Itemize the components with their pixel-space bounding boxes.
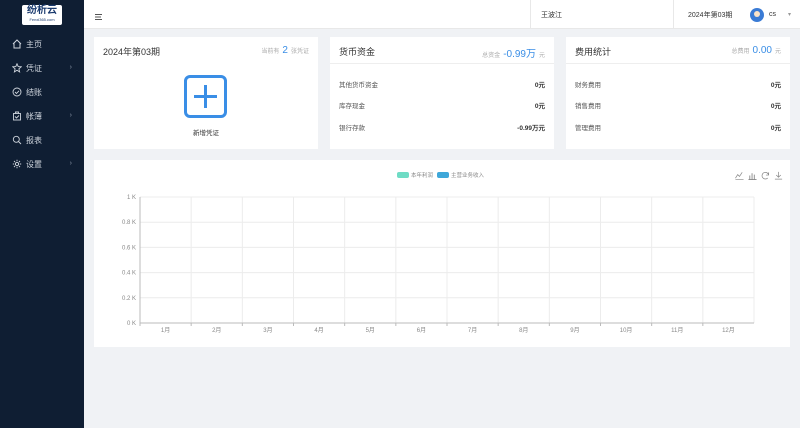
x-tick-label: 1月: [161, 327, 170, 334]
expense-row: 财务费用 0元: [575, 79, 781, 89]
add-voucher-button[interactable]: [184, 75, 227, 118]
chevron-down-icon: ▾: [788, 12, 792, 18]
y-tick-label: 0.2 K: [122, 296, 136, 302]
company-name: 王波江: [541, 11, 562, 19]
company-selector[interactable]: 王波江: [530, 0, 672, 29]
top-header: 王波江 2024年第03期 cs ▾: [84, 0, 800, 29]
bar-chart: 0 K 0.2 K 0.4 K 0.6 K 0.8 K 1 K 1月 2月 3月 4月 5月 6月 7月…: [122, 195, 755, 334]
y-tick-label: 0 K: [127, 321, 136, 327]
chevron-right-icon: ›: [69, 64, 72, 71]
x-tick-label: 11月: [671, 327, 683, 334]
expense-row-label: 财务费用: [575, 82, 601, 89]
expense-card: 费用统计 总费用 0.00 元 财务费用 0元 销售费用 0元 管理费用 0元: [566, 37, 790, 149]
cash-row-label: 库存现金: [339, 103, 365, 110]
x-tick-label: 3月: [263, 327, 272, 334]
voucher-period-title: 2024年第03期: [103, 47, 161, 57]
sidebar-item-label: 结账: [26, 87, 42, 97]
x-tick-label: 8月: [519, 327, 528, 334]
divider: [330, 63, 554, 64]
logo-domain: Fenxi365.com: [29, 17, 55, 22]
expense-total-unit: 元: [774, 49, 781, 55]
avatar: [750, 7, 764, 22]
sidebar-item-settings[interactable]: 设置 ›: [0, 152, 84, 176]
cash-row-label: 银行存款: [339, 125, 365, 132]
x-tick-label: 2月: [212, 327, 221, 334]
star-icon: [11, 62, 23, 74]
cash-row-value: 0元: [534, 103, 545, 110]
x-tick-label: 6月: [417, 327, 426, 334]
menu-toggle-icon[interactable]: [94, 9, 104, 20]
cash-row: 其他货币资金 0元: [339, 79, 545, 89]
y-tick-label: 1 K: [127, 195, 136, 201]
expense-total-value: 0.00: [752, 45, 772, 56]
sidebar-item-label: 报表: [26, 135, 42, 145]
voucher-count-prefix: 当前有: [261, 49, 280, 55]
ledger-icon: [11, 110, 23, 122]
sidebar-item-label: 设置: [26, 159, 42, 169]
home-icon: [11, 38, 23, 50]
expense-total: 总费用 0.00 元: [732, 45, 782, 56]
voucher-count: 当前有 2 张凭证: [261, 45, 309, 56]
cash-total-value: -0.99万: [503, 49, 536, 60]
sidebar-item-voucher[interactable]: 凭证 ›: [0, 56, 84, 80]
logo[interactable]: 纷析云 Fenxi365.com: [22, 5, 62, 25]
cash-total-unit: 元: [538, 53, 545, 59]
logo-name: 纷析云: [27, 5, 57, 16]
voucher-count-value: 2: [282, 45, 288, 56]
cash-total: 总资金 -0.99万 元: [482, 45, 545, 60]
cash-row: 银行存款 -0.99万元: [339, 122, 545, 132]
chevron-right-icon: ›: [69, 112, 72, 119]
cash-row-value: 0元: [534, 82, 545, 89]
cash-row-label: 其他货币资金: [339, 82, 378, 89]
expense-row-label: 销售费用: [575, 103, 601, 110]
sidebar-item-closing[interactable]: 结账: [0, 80, 84, 104]
x-tick-label: 12月: [722, 327, 735, 334]
sidebar-nav: 主页 凭证 › 结账 帐薄 › 报表 设置 ›: [0, 32, 84, 176]
check-circle-icon: [11, 86, 23, 98]
voucher-count-suffix: 张凭证: [290, 49, 309, 55]
sidebar-item-home[interactable]: 主页: [0, 32, 84, 56]
search-icon: [11, 134, 23, 146]
x-tick-label: 7月: [468, 327, 477, 334]
expense-row-label: 管理费用: [575, 125, 601, 132]
sidebar-item-reports[interactable]: 报表: [0, 128, 84, 152]
chevron-right-icon: ›: [69, 160, 72, 167]
sidebar-item-label: 主页: [26, 39, 42, 49]
x-tick-label: 9月: [570, 327, 579, 334]
y-tick-label: 0.8 K: [122, 220, 136, 226]
gear-icon: [11, 158, 23, 170]
user-name: cs: [769, 11, 776, 18]
sidebar-item-label: 帐薄: [26, 111, 42, 121]
expense-row: 销售费用 0元: [575, 100, 781, 110]
expense-row: 管理费用 0元: [575, 122, 781, 132]
expense-card-title: 费用统计: [575, 47, 612, 57]
x-tick-label: 10月: [620, 327, 633, 334]
y-tick-label: 0.4 K: [122, 271, 136, 277]
expense-row-value: 0元: [770, 125, 781, 132]
sidebar: 纷析云 Fenxi365.com 主页 凭证 › 结账 帐薄 › 报表 设置 ›: [0, 0, 84, 428]
x-tick-label: 5月: [366, 327, 375, 334]
cash-card-title: 货币资金: [339, 47, 376, 57]
x-tick-label: 4月: [314, 327, 323, 334]
y-tick-label: 0.6 K: [122, 245, 136, 251]
sidebar-item-ledger[interactable]: 帐薄 ›: [0, 104, 84, 128]
cash-card: 货币资金 总资金 -0.99万 元 其他货币资金 0元 库存现金 0元 银行存款…: [330, 37, 554, 149]
voucher-card: 2024年第03期 当前有 2 张凭证 新增凭证: [94, 37, 318, 149]
divider: [566, 63, 790, 64]
period-label: 2024年第03期: [688, 11, 733, 19]
cash-row-value: -0.99万元: [517, 125, 545, 132]
expense-row-value: 0元: [770, 103, 781, 110]
cash-total-prefix: 总资金: [482, 53, 501, 59]
user-menu[interactable]: cs ▾: [746, 0, 800, 29]
expense-row-value: 0元: [770, 82, 781, 89]
add-voucher-label[interactable]: 新增凭证: [94, 127, 318, 137]
sidebar-item-label: 凭证: [26, 63, 42, 73]
cash-row: 库存现金 0元: [339, 100, 545, 110]
expense-total-prefix: 总费用: [731, 49, 750, 55]
chart-panel: 本年利润 主营业务收入 0 K 0.2 K 0.4 K 0.6 K 0.8 K1 K 1月…: [94, 160, 790, 347]
